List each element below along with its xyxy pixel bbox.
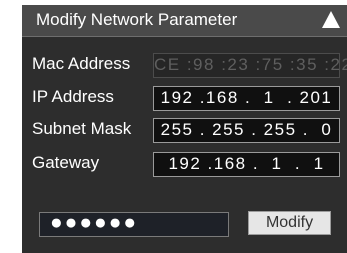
gateway-label: Gateway xyxy=(32,153,100,172)
password-value: ●●●●●● xyxy=(50,211,139,234)
password-input[interactable]: ●●●●●● xyxy=(39,211,229,237)
triangle-up-icon[interactable] xyxy=(322,11,340,28)
panel-titlebar: Modify Network Parameter xyxy=(22,5,347,37)
subnet-mask-field[interactable]: 255 . 255 . 255 . 0 xyxy=(153,118,340,143)
panel-title: Modify Network Parameter xyxy=(36,10,238,29)
ip-address-label: IP Address xyxy=(32,87,114,106)
ip-address-field[interactable]: 192 .168 . 1 . 201 xyxy=(153,86,340,111)
mac-address-value: CE :98 :23 :75 :35 :22 xyxy=(154,55,347,74)
subnet-mask-label: Subnet Mask xyxy=(32,119,132,138)
modify-network-panel: Modify Network Parameter Mac Address CE … xyxy=(22,5,347,253)
gateway-value: 192 .168 . 1 . 1 xyxy=(168,154,325,173)
modify-button[interactable]: Modify xyxy=(248,211,331,235)
gateway-field[interactable]: 192 .168 . 1 . 1 xyxy=(153,152,340,177)
ip-address-value: 192 .168 . 1 . 201 xyxy=(160,88,333,107)
subnet-mask-value: 255 . 255 . 255 . 0 xyxy=(160,120,333,139)
mac-address-label: Mac Address xyxy=(32,54,131,73)
mac-address-field: CE :98 :23 :75 :35 :22 xyxy=(153,53,347,78)
